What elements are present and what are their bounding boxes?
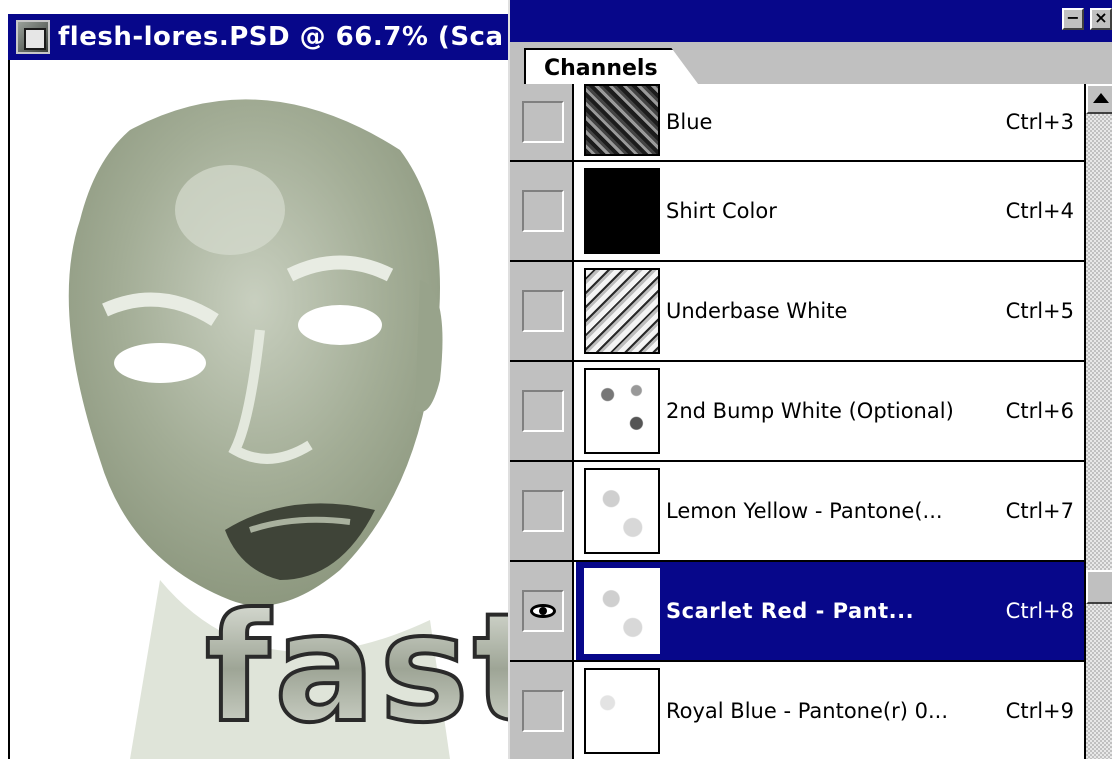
document-title: flesh-lores.PSD @ 66.7% (Sca: [58, 22, 504, 52]
visibility-toggle[interactable]: [522, 290, 564, 332]
visibility-toggle[interactable]: [522, 101, 564, 143]
channel-thumbnail: [584, 84, 660, 156]
channel-shortcut: Ctrl+6: [1005, 399, 1074, 423]
channel-thumbnail: [584, 368, 660, 454]
channel-shortcut: Ctrl+7: [1005, 499, 1074, 523]
visibility-column: [510, 462, 574, 560]
channel-row-body[interactable]: Blue Ctrl+3: [576, 84, 1084, 160]
channel-row-body[interactable]: Shirt Color Ctrl+4: [576, 162, 1084, 260]
canvas-artwork-text: fast: [205, 582, 510, 756]
channel-shortcut: Ctrl+4: [1005, 199, 1074, 223]
visibility-column: [510, 362, 574, 460]
channel-thumbnail: [584, 668, 660, 754]
arrow-up-icon[interactable]: [1086, 84, 1112, 114]
channel-shortcut: Ctrl+8: [1005, 599, 1074, 623]
channel-shortcut: Ctrl+3: [1005, 110, 1074, 134]
visibility-column: [510, 162, 574, 260]
vertical-scrollbar[interactable]: [1084, 84, 1112, 759]
channel-row-shirt-color[interactable]: Shirt Color Ctrl+4: [510, 162, 1084, 262]
canvas-image: fast: [10, 60, 510, 759]
scrollbar-thumb[interactable]: [1086, 570, 1112, 604]
channel-thumbnail: [584, 568, 660, 654]
channel-row-blue[interactable]: Blue Ctrl+3: [510, 84, 1084, 162]
palette-title-bar[interactable]: − ×: [510, 0, 1112, 42]
channel-list: Blue Ctrl+3 Shirt Color Ctrl+4 Underbase…: [510, 84, 1084, 759]
channel-row-underbase-white[interactable]: Underbase White Ctrl+5: [510, 262, 1084, 362]
channels-palette: − × Channels Blue Ctrl+3 Shirt Color Ctr: [508, 0, 1112, 759]
visibility-column: [510, 662, 574, 759]
channel-row-2nd-bump-white[interactable]: 2nd Bump White (Optional) Ctrl+6: [510, 362, 1084, 462]
channel-row-lemon-yellow[interactable]: Lemon Yellow - Pantone(... Ctrl+7: [510, 462, 1084, 562]
visibility-column: [510, 84, 574, 160]
channel-thumbnail: [584, 268, 660, 354]
palette-minimize-button[interactable]: −: [1062, 8, 1084, 30]
document-border: [0, 60, 10, 759]
channel-row-body[interactable]: Royal Blue - Pantone(r) 0... Ctrl+9: [576, 662, 1084, 759]
eye-icon: [530, 604, 556, 618]
channel-thumbnail: [584, 468, 660, 554]
visibility-toggle[interactable]: [522, 590, 564, 632]
channel-row-body[interactable]: Underbase White Ctrl+5: [576, 262, 1084, 360]
document-icon: [16, 20, 50, 54]
palette-close-button[interactable]: ×: [1090, 8, 1112, 30]
channel-row-body[interactable]: Scarlet Red - Pant... Ctrl+8: [576, 562, 1084, 660]
channel-row-body[interactable]: 2nd Bump White (Optional) Ctrl+6: [576, 362, 1084, 460]
document-canvas[interactable]: fast: [10, 60, 510, 759]
tab-channels[interactable]: Channels: [524, 48, 700, 86]
channel-row-body[interactable]: Lemon Yellow - Pantone(... Ctrl+7: [576, 462, 1084, 560]
document-window: flesh-lores.PSD @ 66.7% (Sca fas: [0, 0, 520, 759]
channel-shortcut: Ctrl+5: [1005, 299, 1074, 323]
visibility-column: [510, 562, 574, 660]
channel-thumbnail: [584, 168, 660, 254]
channel-row-scarlet-red[interactable]: Scarlet Red - Pant... Ctrl+8: [510, 562, 1084, 662]
visibility-column: [510, 262, 574, 360]
visibility-toggle[interactable]: [522, 390, 564, 432]
visibility-toggle[interactable]: [522, 690, 564, 732]
document-title-bar[interactable]: flesh-lores.PSD @ 66.7% (Sca: [8, 14, 520, 60]
channel-row-royal-blue[interactable]: Royal Blue - Pantone(r) 0... Ctrl+9: [510, 662, 1084, 759]
palette-tab-bar: Channels: [510, 42, 1112, 122]
visibility-toggle[interactable]: [522, 490, 564, 532]
visibility-toggle[interactable]: [522, 190, 564, 232]
channel-shortcut: Ctrl+9: [1005, 699, 1074, 723]
